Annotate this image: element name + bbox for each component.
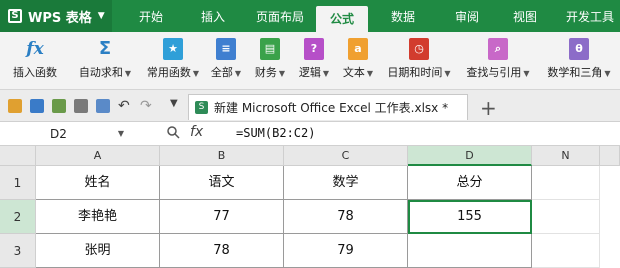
text-functions-button[interactable]: a 文本 ▼ [338, 36, 378, 88]
name-box[interactable]: D2 ▼ [0, 124, 128, 144]
app-menu-button[interactable]: S WPS 表格 ▼ [0, 0, 112, 32]
autosum-label: 自动求和 [78, 66, 123, 79]
chevron-down-icon: ▼ [234, 69, 242, 78]
lookup-reference-button[interactable]: ⌕ 查找与引用 ▼ [460, 36, 536, 88]
cell-d3[interactable] [408, 234, 532, 268]
new-tab-plus-icon[interactable]: + [480, 96, 497, 120]
tab-page-layout[interactable]: 页面布局 [248, 0, 312, 32]
cell-d1[interactable]: 总分 [408, 166, 532, 200]
cell-n3[interactable] [532, 234, 600, 268]
column-header-d[interactable]: D [408, 146, 532, 166]
app-name: WPS 表格 [28, 10, 92, 26]
chevron-down-icon[interactable]: ▼ [118, 124, 124, 144]
list-icon: ≡ [216, 38, 236, 60]
row-header-2[interactable]: 2 [0, 200, 36, 234]
tab-formulas[interactable]: 公式 [316, 6, 368, 32]
spreadsheet-grid: A B C D N 1 2 3 姓名 语文 数学 总分 李艳艳 77 78 15… [0, 146, 620, 268]
math-trig-button[interactable]: θ 数学和三角 ▼ [540, 36, 618, 88]
cell-c1[interactable]: 数学 [284, 166, 408, 200]
text-a-icon: a [348, 38, 368, 60]
chevron-down-icon: ▼ [366, 69, 374, 78]
column-header-n[interactable]: N [532, 146, 600, 166]
cell-a1[interactable]: 姓名 [36, 166, 160, 200]
cell-c2[interactable]: 78 [284, 200, 408, 234]
zoom-icon[interactable] [166, 125, 180, 139]
export-icon[interactable] [52, 99, 66, 113]
cell-b3[interactable]: 78 [160, 234, 284, 268]
chevron-down-icon: ▼ [192, 69, 200, 78]
fx-icon[interactable]: fx [190, 124, 203, 140]
chevron-down-icon: ▼ [523, 69, 530, 78]
column-header-c[interactable]: C [284, 146, 408, 166]
insert-function-label: 插入函数 [13, 66, 57, 79]
tab-data[interactable]: 数据 [380, 0, 426, 32]
chevron-down-icon: ▼ [124, 69, 132, 78]
common-functions-label: 常用函数 [146, 66, 191, 79]
clock-icon: ◷ [409, 38, 429, 60]
open-folder-icon[interactable] [8, 99, 22, 113]
name-box-value: D2 [50, 127, 67, 141]
print-icon[interactable] [74, 99, 88, 113]
text-functions-label: 文本 [342, 66, 365, 79]
document-title: 新建 Microsoft Office Excel 工作表.xlsx * [214, 101, 449, 115]
date-time-button[interactable]: ◷ 日期和时间 ▼ [382, 36, 456, 88]
common-functions-button[interactable]: ★ 常用函数 ▼ [142, 36, 204, 88]
financial-label: 财务 [254, 66, 277, 79]
lookup-reference-label: 查找与引用 [466, 66, 522, 79]
tab-developer[interactable]: 开发工具 [560, 0, 620, 32]
cell-a3[interactable]: 张明 [36, 234, 160, 268]
theta-icon: θ [569, 38, 589, 60]
book-icon: ▤ [260, 38, 280, 60]
tab-insert[interactable]: 插入 [190, 0, 236, 32]
spreadsheet-file-icon: S [195, 101, 208, 114]
cell-a2[interactable]: 李艳艳 [36, 200, 160, 234]
chevron-down-icon: ▼ [322, 69, 330, 78]
logical-button[interactable]: ? 逻辑 ▼ [294, 36, 334, 88]
print-preview-icon[interactable] [96, 99, 110, 113]
question-icon: ? [304, 38, 324, 60]
financial-button[interactable]: ▤ 财务 ▼ [250, 36, 290, 88]
formula-bar: D2 ▼ fx =SUM(B2:C2) [0, 122, 620, 146]
insert-function-button[interactable]: fx 插入函数 [4, 36, 66, 88]
document-tab[interactable]: S 新建 Microsoft Office Excel 工作表.xlsx * [188, 94, 468, 120]
all-functions-button[interactable]: ≡ 全部 ▼ [206, 36, 246, 88]
customize-toolbar-chevron-icon[interactable]: ▼ [170, 98, 178, 109]
row-header-3[interactable]: 3 [0, 234, 36, 268]
cell-n2[interactable] [532, 200, 600, 234]
tab-view[interactable]: 视图 [502, 0, 548, 32]
chevron-down-icon: ▼ [444, 69, 451, 78]
column-header-a[interactable]: A [36, 146, 160, 166]
wps-logo-icon: S [8, 9, 22, 23]
tab-review[interactable]: 审阅 [444, 0, 490, 32]
tab-home[interactable]: 开始 [128, 0, 174, 32]
redo-icon[interactable]: ↷ [140, 99, 154, 113]
math-trig-label: 数学和三角 [547, 66, 603, 79]
date-time-label: 日期和时间 [387, 66, 443, 79]
quick-access-toolbar: ↶ ↷ ▼ S 新建 Microsoft Office Excel 工作表.xl… [0, 90, 620, 122]
magnifier-icon: ⌕ [488, 38, 508, 60]
star-icon: ★ [163, 38, 183, 60]
select-all-corner[interactable] [0, 146, 36, 166]
column-header-b[interactable]: B [160, 146, 284, 166]
chevron-down-icon: ▼ [97, 11, 105, 21]
cell-c3[interactable]: 79 [284, 234, 408, 268]
ribbon: fx 插入函数 Σ 自动求和 ▼ ★ 常用函数 ▼ ≡ 全部 ▼ ▤ 财务 ▼ ? 逻辑… [0, 32, 620, 90]
cell-b2[interactable]: 77 [160, 200, 284, 234]
fx-icon: fx [26, 39, 44, 59]
all-functions-label: 全部 [210, 66, 233, 79]
formula-input[interactable]: =SUM(B2:C2) [236, 126, 315, 140]
logical-label: 逻辑 [298, 66, 321, 79]
cell-n1[interactable] [532, 166, 600, 200]
sigma-icon: Σ [98, 38, 112, 59]
row-header-1[interactable]: 1 [0, 166, 36, 200]
column-header-extra[interactable] [600, 146, 620, 166]
menu-tab-bar: S WPS 表格 ▼ 开始 插入 页面布局 公式 数据 审阅 视图 开发工具 [0, 0, 620, 32]
chevron-down-icon: ▼ [604, 69, 611, 78]
undo-icon[interactable]: ↶ [118, 99, 132, 113]
cell-d2[interactable]: 155 [408, 200, 532, 234]
autosum-button[interactable]: Σ 自动求和 ▼ [70, 36, 140, 88]
save-icon[interactable] [30, 99, 44, 113]
cell-b1[interactable]: 语文 [160, 166, 284, 200]
chevron-down-icon: ▼ [278, 69, 286, 78]
